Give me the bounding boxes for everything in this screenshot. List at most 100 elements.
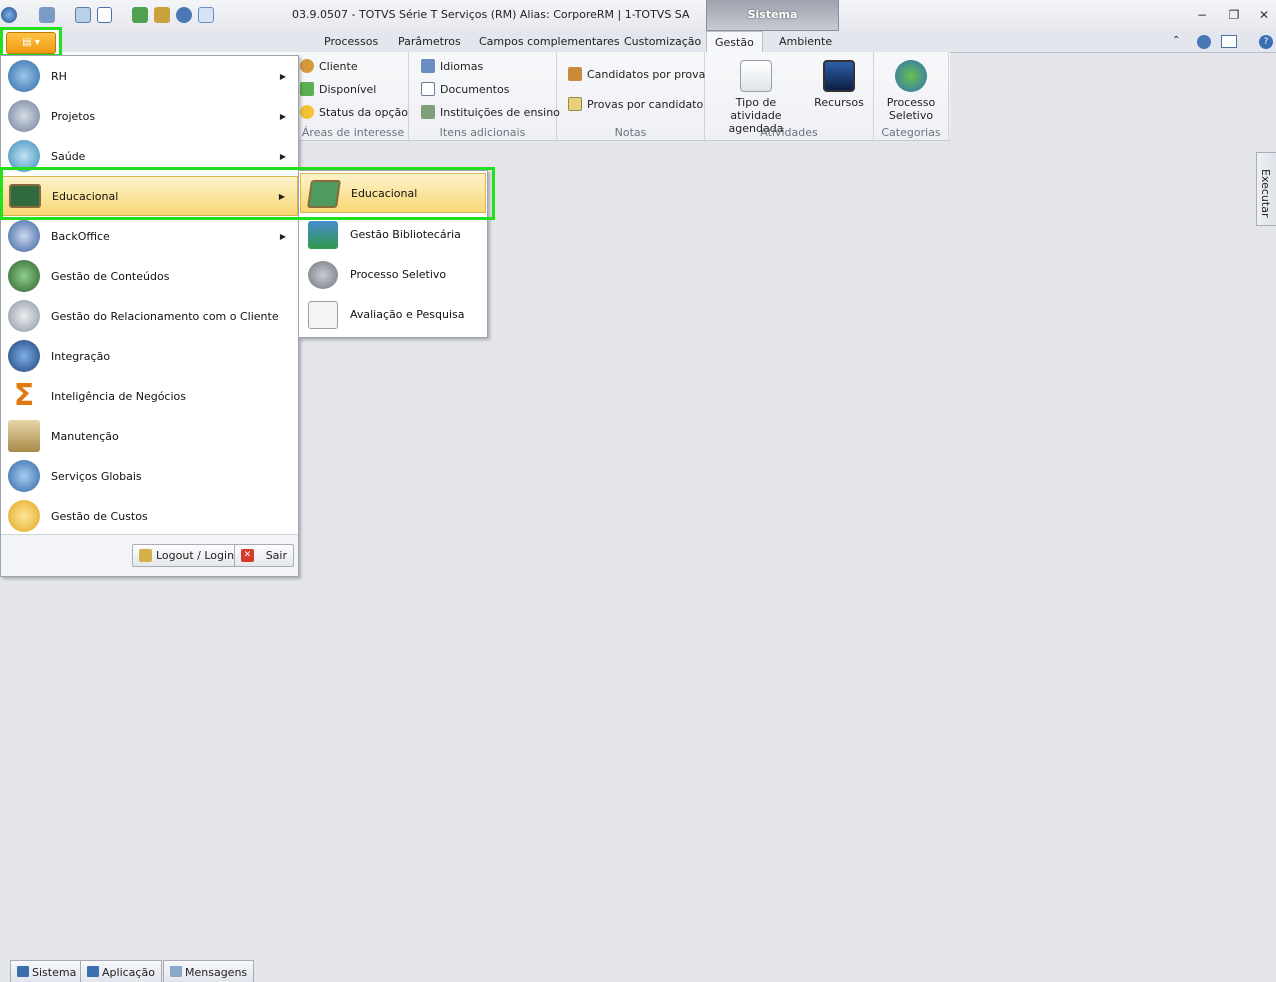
menu-item-integracao[interactable]: Integração [1, 336, 298, 376]
context-tab-sistema[interactable]: Sistema [706, 0, 839, 31]
menu-item-projetos[interactable]: Projetos ▶ [1, 96, 298, 136]
disponivel-button[interactable]: Disponível [300, 82, 376, 96]
cliente-button[interactable]: Cliente [300, 59, 358, 73]
tab-ambiente[interactable]: Ambiente [779, 35, 832, 48]
group-notas: Candidatos por prova Provas por candidat… [557, 52, 705, 141]
menu-item-gestao-de-conteudos[interactable]: Gestão de Conteúdos [1, 256, 298, 296]
menu-item-educacional[interactable]: Educacional ▶ [1, 176, 298, 216]
web-icon[interactable] [176, 7, 192, 23]
close-button[interactable]: ✕ [1256, 7, 1272, 23]
group-categorias: Processo Seletivo Categorias [874, 52, 949, 141]
content-globe-icon [8, 260, 40, 292]
menu-item-backoffice[interactable]: BackOffice ▶ [1, 216, 298, 256]
tab-campos-complementares[interactable]: Campos complementares [479, 35, 620, 48]
collapse-ribbon-icon[interactable]: ⌃ [1172, 35, 1180, 46]
documentos-button[interactable]: Documentos [421, 82, 509, 96]
educacional-submenu: Educacional Gestão Bibliotecária Process… [298, 170, 488, 338]
group-label: Itens adicionais [439, 126, 526, 139]
provas-por-candidato-button[interactable]: Provas por candidato [568, 97, 703, 111]
submenu-item-gestao-bibliotecaria[interactable]: Gestão Bibliotecária [300, 215, 486, 255]
menu-label: Gestão do Relacionamento com o Cliente [51, 309, 279, 323]
submenu-item-avaliacao-e-pesquisa[interactable]: Avaliação e Pesquisa [300, 295, 486, 335]
disponivel-label: Disponível [319, 82, 377, 96]
tab-customizacao[interactable]: Customização [624, 35, 701, 48]
services-globe-icon [8, 460, 40, 492]
documentos-label: Documentos [440, 82, 510, 96]
arrows-icon [300, 82, 314, 96]
submenu-label: Processo Seletivo [350, 268, 447, 281]
sair-button[interactable]: ✕ Sair [234, 544, 294, 567]
menu-footer: Logout / Login ✕ Sair [1, 534, 298, 576]
menu-item-manutencao[interactable]: Manutenção [1, 416, 298, 456]
submenu-arrow-icon: ▶ [278, 191, 285, 201]
submenu-arrow-icon: ▶ [279, 231, 286, 241]
instituicoes-de-ensino-button[interactable]: Instituições de ensino [421, 105, 560, 119]
menu-label: RH [51, 69, 67, 83]
submenu-item-processo-seletivo[interactable]: Processo Seletivo [300, 255, 486, 295]
group-label: Áreas de interesse [301, 126, 405, 139]
menu-item-gestao-de-custos[interactable]: Gestão de Custos [1, 496, 298, 536]
taskbar-sistema[interactable]: Sistema [10, 960, 84, 982]
submenu-item-educacional[interactable]: Educacional [300, 173, 486, 213]
layout-icon[interactable] [1221, 35, 1237, 48]
processo-seletivo-ribbon-button[interactable]: Processo Seletivo [878, 60, 944, 122]
taskbar-mensagens[interactable]: Mensagens [163, 960, 255, 982]
group-label: Categorias [881, 126, 941, 139]
submenu-arrow-icon: ▶ [279, 71, 286, 81]
executar-side-tab[interactable]: Executar [1256, 152, 1276, 226]
run-icon[interactable] [132, 7, 148, 23]
provas-label: Provas por candidato [587, 97, 704, 111]
menu-item-crm[interactable]: Gestão do Relacionamento com o Cliente [1, 296, 298, 336]
toolbox-icon [8, 420, 40, 452]
recursos-button[interactable]: Recursos [811, 60, 867, 109]
tab-processos[interactable]: Processos [324, 35, 378, 48]
help-web-icon[interactable] [1197, 35, 1211, 49]
survey-icon [308, 301, 338, 329]
logout-login-button[interactable]: Logout / Login [132, 544, 242, 567]
restore-button[interactable]: ❐ [1226, 7, 1242, 23]
window-layout-icon[interactable] [97, 7, 112, 23]
satellite-dish-icon [8, 300, 40, 332]
executar-label: Executar [1259, 169, 1272, 218]
bulb-icon [300, 105, 314, 119]
monitor-icon [823, 60, 855, 92]
menu-label: Manutenção [51, 429, 119, 443]
gears-icon [308, 261, 338, 289]
menu-item-servicos-globais[interactable]: Serviços Globais [1, 456, 298, 496]
new-window-icon[interactable] [75, 7, 91, 23]
quick-access-toolbar [1, 7, 220, 23]
taskbar-label: Aplicação [102, 966, 155, 979]
chalkboard-icon [9, 184, 41, 208]
status-da-opcao-button[interactable]: Status da opção [300, 105, 408, 119]
gears-icon [895, 60, 927, 92]
menu-label: Saúde [51, 149, 86, 163]
submenu-label: Educacional [351, 187, 418, 200]
group-itens-adicionais: Idiomas Documentos Instituições de ensin… [409, 52, 560, 141]
copy-icon[interactable] [198, 7, 214, 23]
menu-label: Inteligência de Negócios [51, 389, 186, 403]
tools-icon[interactable] [154, 7, 170, 23]
rh-person-icon [8, 60, 40, 92]
taskbar-aplicacao[interactable]: Aplicação [80, 960, 162, 982]
keys-icon [139, 549, 152, 562]
menu-label: BackOffice [51, 229, 110, 243]
help-icon[interactable]: ? [1259, 35, 1273, 49]
menu-label: Gestão de Custos [51, 509, 148, 523]
menu-item-rh[interactable]: RH ▶ [1, 56, 298, 96]
person-icon [300, 59, 314, 73]
menu-item-saude[interactable]: Saúde ▶ [1, 136, 298, 176]
tab-parametros[interactable]: Parâmetros [398, 35, 461, 48]
instituicoes-label: Instituições de ensino [440, 105, 560, 119]
candidatos-por-prova-button[interactable]: Candidatos por prova [568, 67, 705, 81]
idiomas-label: Idiomas [440, 59, 484, 73]
idiomas-button[interactable]: Idiomas [421, 59, 483, 73]
tipo-atividade-agendada-button[interactable]: Tipo de atividade agendada [711, 60, 801, 135]
application-menu-button[interactable]: ▤ ▾ [0, 27, 62, 57]
menu-item-inteligencia-de-negocios[interactable]: Σ Inteligência de Negócios [1, 376, 298, 416]
logout-label: Logout / Login [156, 549, 235, 562]
minimize-button[interactable]: − [1194, 7, 1210, 23]
app-logo-icon [1, 7, 17, 23]
menu-label: Integração [51, 349, 111, 363]
tab-gestao[interactable]: Gestão [706, 31, 763, 54]
globe-dropdown-icon[interactable] [39, 7, 55, 23]
